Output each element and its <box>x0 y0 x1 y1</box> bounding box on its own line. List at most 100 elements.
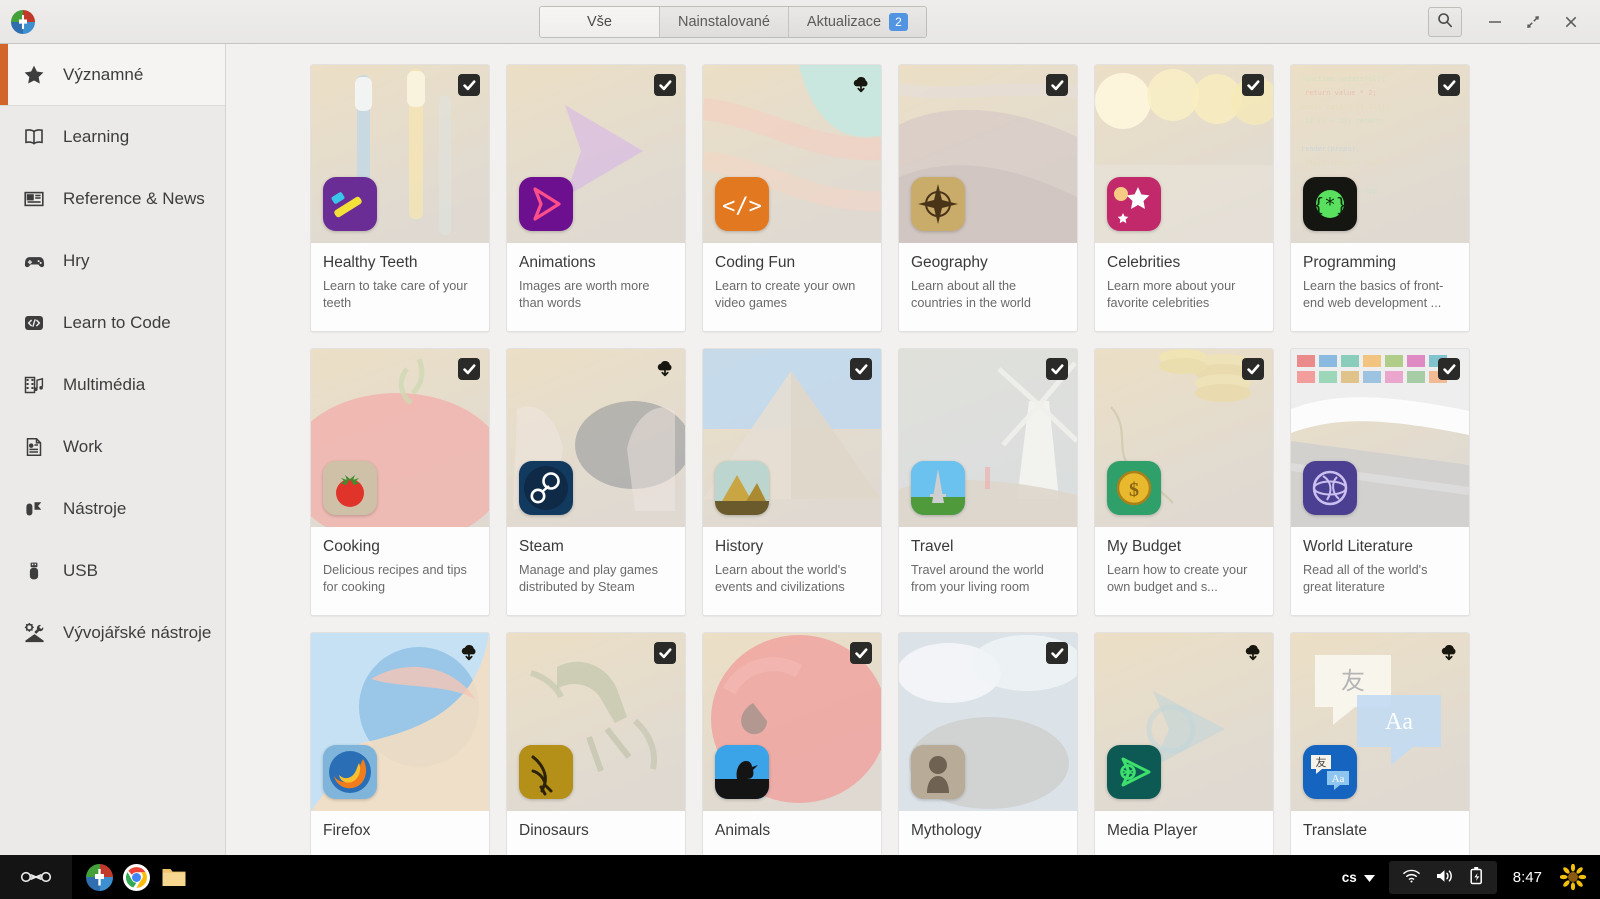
app-card[interactable]: Media Player <box>1094 632 1274 855</box>
installed-check-icon[interactable] <box>654 642 676 664</box>
installed-check-icon[interactable] <box>1242 358 1264 380</box>
download-cloud-icon[interactable] <box>458 642 480 664</box>
app-card[interactable]: World Literature Read all of the world's… <box>1290 348 1470 616</box>
app-info: Coding Fun Learn to create your own vide… <box>703 243 881 331</box>
app-title: Celebrities <box>1107 254 1181 271</box>
wifi-icon[interactable] <box>1402 868 1421 887</box>
app-card[interactable]: Steam Manage and play games distributed … <box>506 348 686 616</box>
app-title: World Literature <box>1303 538 1413 555</box>
app-card[interactable]: function update(el){ return value * 2; co… <box>1290 64 1470 332</box>
close-button[interactable] <box>1552 5 1590 39</box>
download-cloud-icon[interactable] <box>1438 642 1460 664</box>
app-card[interactable]: History Learn about the world's events a… <box>702 348 882 616</box>
sidebar-item-usb[interactable]: USB <box>0 540 225 602</box>
sidebar-item-multimedia[interactable]: Multimédia <box>0 354 225 416</box>
app-card[interactable]: 友 Aa 友 Aa Translate <box>1290 632 1470 855</box>
installed-check-icon[interactable] <box>1046 74 1068 96</box>
launcher-icon[interactable] <box>0 855 72 899</box>
coin-dollar-icon: $ <box>1107 461 1161 515</box>
restore-button[interactable] <box>1514 5 1552 39</box>
app-card[interactable]: Healthy Teeth Learn to take care of your… <box>310 64 490 332</box>
tab-vse[interactable]: Vše <box>540 7 660 37</box>
tab-nainstalovane[interactable]: Nainstalované <box>660 7 789 37</box>
language-label: cs <box>1341 869 1357 885</box>
app-card[interactable]: Cooking Delicious recipes and tips for c… <box>310 348 490 616</box>
app-card[interactable]: Dinosaurs <box>506 632 686 855</box>
app-banner <box>899 633 1077 811</box>
translate-icon: 友 Aa <box>1303 745 1357 799</box>
pyramids-icon <box>715 461 769 515</box>
gamepad-icon <box>22 249 46 273</box>
globe-icon <box>1303 461 1357 515</box>
minimize-button[interactable] <box>1476 5 1514 39</box>
restore-icon <box>1525 14 1541 30</box>
app-card[interactable]: Mythology <box>898 632 1078 855</box>
file-manager-icon[interactable] <box>160 864 187 891</box>
film-music-icon <box>22 373 46 397</box>
installed-check-icon[interactable] <box>458 74 480 96</box>
app-description: Images are worth more than words <box>519 279 650 310</box>
clock[interactable]: 8:47 <box>1513 869 1542 886</box>
svg-text:$: $ <box>1129 479 1139 501</box>
window-controls <box>1428 5 1590 39</box>
app-banner: $ <box>1095 349 1273 527</box>
app-card[interactable]: Firefox <box>310 632 490 855</box>
installed-check-icon[interactable] <box>1242 74 1264 96</box>
language-indicator[interactable]: cs <box>1328 870 1389 885</box>
view-tabs[interactable]: Vše Nainstalované Aktualizace 2 <box>539 6 927 38</box>
installed-check-icon[interactable] <box>1046 642 1068 664</box>
installed-check-icon[interactable] <box>654 74 676 96</box>
installed-check-icon[interactable] <box>1438 358 1460 380</box>
app-banner <box>899 65 1077 243</box>
sidebar-item-hry[interactable]: Hry <box>0 230 225 292</box>
installed-check-icon[interactable] <box>1438 74 1460 96</box>
sidebar-item-vyvojarske-nastroje[interactable]: Vývojářské nástroje <box>0 602 225 664</box>
download-cloud-icon[interactable] <box>850 74 872 96</box>
sidebar-item-learn-to-code[interactable]: Learn to Code <box>0 292 225 354</box>
app-banner <box>311 349 489 527</box>
sidebar-item-label: Multimédia <box>63 375 146 394</box>
app-title: Dinosaurs <box>519 822 589 839</box>
download-cloud-icon[interactable] <box>654 358 676 380</box>
app-card[interactable]: Travel Travel around the world from your… <box>898 348 1078 616</box>
search-button[interactable] <box>1428 7 1462 37</box>
tomato-icon <box>323 461 377 515</box>
sidebar-item-nastroje[interactable]: Nástroje <box>0 478 225 540</box>
app-title: History <box>715 538 764 555</box>
app-card[interactable]: </> Coding Fun Learn to create your own … <box>702 64 882 332</box>
app-card[interactable]: Celebrities Learn more about your favori… <box>1094 64 1274 332</box>
app-grid-area[interactable]: Healthy Teeth Learn to take care of your… <box>226 44 1600 855</box>
sidebar-item-learning[interactable]: Learning <box>0 106 225 168</box>
software-center-icon[interactable] <box>86 863 113 891</box>
app-info: Healthy Teeth Learn to take care of your… <box>311 243 489 331</box>
tab-label: Aktualizace <box>806 14 882 30</box>
close-icon <box>1563 14 1579 30</box>
app-card[interactable]: Geography Learn about all the countries … <box>898 64 1078 332</box>
sidebar-item-work[interactable]: Work <box>0 416 225 478</box>
sidebar-item-reference-news[interactable]: Reference & News <box>0 168 225 230</box>
battery-charging-icon[interactable] <box>1469 866 1484 888</box>
installed-check-icon[interactable] <box>1046 358 1068 380</box>
app-banner <box>507 349 685 527</box>
app-description: Delicious recipes and tips for cooking <box>323 563 467 594</box>
app-info: Translate <box>1291 811 1469 855</box>
app-info: Travel Travel around the world from your… <box>899 527 1077 615</box>
volume-icon[interactable] <box>1435 868 1455 887</box>
app-title: Media Player <box>1107 822 1198 839</box>
sidebar-item-vyznamne[interactable]: Významné <box>0 44 225 106</box>
app-card[interactable]: Animals <box>702 632 882 855</box>
app-title: Firefox <box>323 822 371 839</box>
sunflower-icon[interactable] <box>1559 863 1587 891</box>
tray-indicators[interactable] <box>1388 860 1497 894</box>
system-tray: cs 8:47 <box>1328 860 1600 894</box>
installed-check-icon[interactable] <box>458 358 480 380</box>
tab-aktualizace[interactable]: Aktualizace 2 <box>788 7 926 37</box>
app-card[interactable]: $ My Budget Learn how to create your own… <box>1094 348 1274 616</box>
chrome-icon[interactable] <box>123 863 150 891</box>
installed-check-icon[interactable] <box>850 642 872 664</box>
svg-text:友: 友 <box>1316 755 1327 769</box>
app-card[interactable]: Animations Images are worth more than wo… <box>506 64 686 332</box>
installed-check-icon[interactable] <box>850 358 872 380</box>
download-cloud-icon[interactable] <box>1242 642 1264 664</box>
compass-icon <box>911 177 965 231</box>
